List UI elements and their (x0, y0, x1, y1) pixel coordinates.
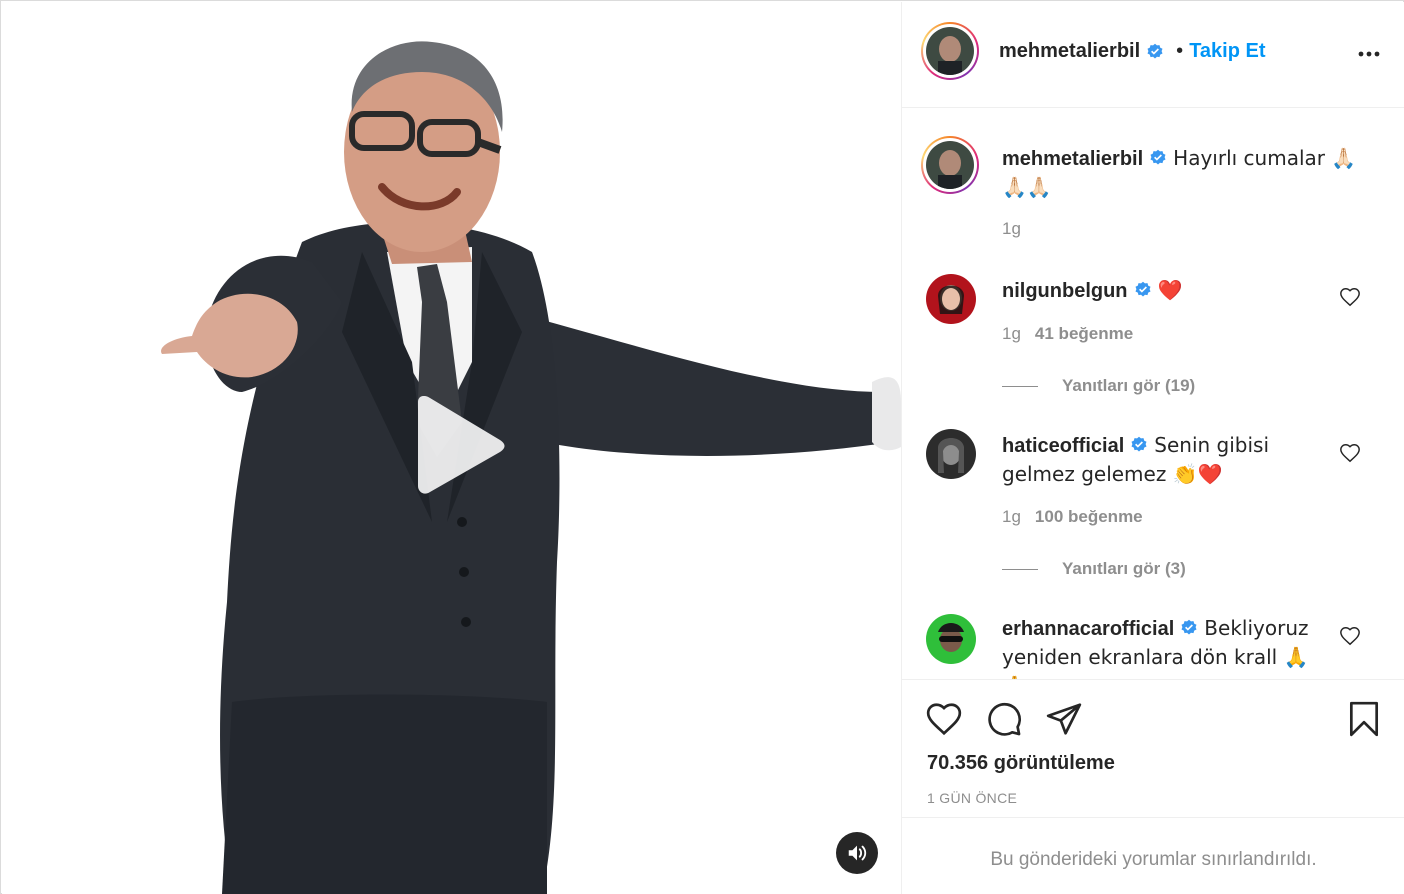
comment-meta: 1g 41 beğenme (1002, 324, 1133, 344)
caption-username[interactable]: mehmetalierbil (1002, 148, 1143, 170)
comment-like-heart-icon[interactable] (1339, 286, 1361, 308)
caption-time-label[interactable]: 1g (1002, 219, 1021, 238)
author-avatar[interactable] (921, 22, 979, 80)
view-replies-button[interactable]: Yanıtları gör (19) (1002, 376, 1195, 396)
comment-username[interactable]: erhannacarofficial (1002, 618, 1174, 640)
comment-avatar[interactable] (926, 614, 976, 664)
comment-meta: 1g 100 beğenme (1002, 507, 1143, 527)
author-username[interactable]: mehmetalierbil (999, 40, 1140, 63)
comment-username[interactable]: haticeofficial (1002, 435, 1124, 457)
comment-like-heart-icon[interactable] (1339, 442, 1361, 464)
verified-icon (1147, 43, 1163, 58)
verified-icon (1135, 281, 1151, 297)
play-button[interactable] (410, 395, 506, 494)
comment-likes[interactable]: 41 beğenme (1035, 324, 1133, 343)
video-player[interactable] (2, 2, 901, 894)
play-icon (418, 395, 505, 494)
comments-list[interactable]: mehmetalierbil Hayırlı cumalar 🙏🏻🙏🏻🙏🏻 1g … (902, 109, 1404, 679)
view-replies-button[interactable]: Yanıtları gör (3) (1002, 559, 1186, 579)
comment-time[interactable]: 1g (1002, 507, 1021, 526)
separator-dot: • (1176, 40, 1184, 62)
post-dialog: mehmetalierbil • Takip Et mehmetalierbil… (0, 0, 1404, 894)
follow-button[interactable]: Takip Et (1189, 40, 1265, 63)
verified-icon (1150, 149, 1166, 165)
comment-text: ❤️ (1157, 278, 1183, 302)
heart-icon[interactable] (925, 700, 963, 738)
caption-time: 1g (1002, 219, 1021, 239)
caption: mehmetalierbil Hayırlı cumalar 🙏🏻🙏🏻🙏🏻 (1002, 144, 1362, 202)
replies-divider (1002, 385, 1038, 387)
comment-avatar[interactable] (926, 274, 976, 324)
share-icon[interactable] (1045, 700, 1083, 738)
audio-toggle-button[interactable] (836, 832, 878, 874)
post-header: mehmetalierbil • Takip Et (902, 2, 1404, 108)
post-actions: 70.356 görüntüleme 1 GÜN ÖNCE (902, 679, 1404, 817)
comment-icon[interactable] (985, 700, 1023, 738)
verified-icon (1181, 619, 1197, 635)
post-side-panel: mehmetalierbil • Takip Et mehmetalierbil… (901, 2, 1404, 894)
comments-restricted-notice: Bu gönderideki yorumlar sınırlandırıldı. (902, 817, 1404, 894)
post-date[interactable]: 1 GÜN ÖNCE (927, 790, 1017, 806)
verified-icon (1131, 436, 1147, 452)
more-icon[interactable] (1357, 42, 1381, 66)
comment-body: erhannacarofficial Bekliyoruz yeniden ekr… (1002, 614, 1332, 679)
comment-username[interactable]: nilgunbelgun (1002, 280, 1128, 302)
comment-body: nilgunbelgun ❤️ (1002, 276, 1352, 305)
speaker-icon (848, 845, 867, 861)
bookmark-icon[interactable] (1345, 700, 1383, 738)
comment-like-heart-icon[interactable] (1339, 625, 1361, 647)
caption-avatar[interactable] (921, 136, 979, 194)
comment-avatar[interactable] (926, 429, 976, 479)
comment-body: haticeofficial Senin gibisi gelmez geleme… (1002, 431, 1332, 489)
replies-divider (1002, 568, 1038, 570)
view-replies-label: Yanıtları gör (19) (1062, 376, 1196, 395)
comment-likes[interactable]: 100 beğenme (1035, 507, 1143, 526)
comment-time[interactable]: 1g (1002, 324, 1021, 343)
view-count[interactable]: 70.356 görüntüleme (927, 752, 1115, 775)
view-replies-label: Yanıtları gör (3) (1062, 559, 1186, 578)
